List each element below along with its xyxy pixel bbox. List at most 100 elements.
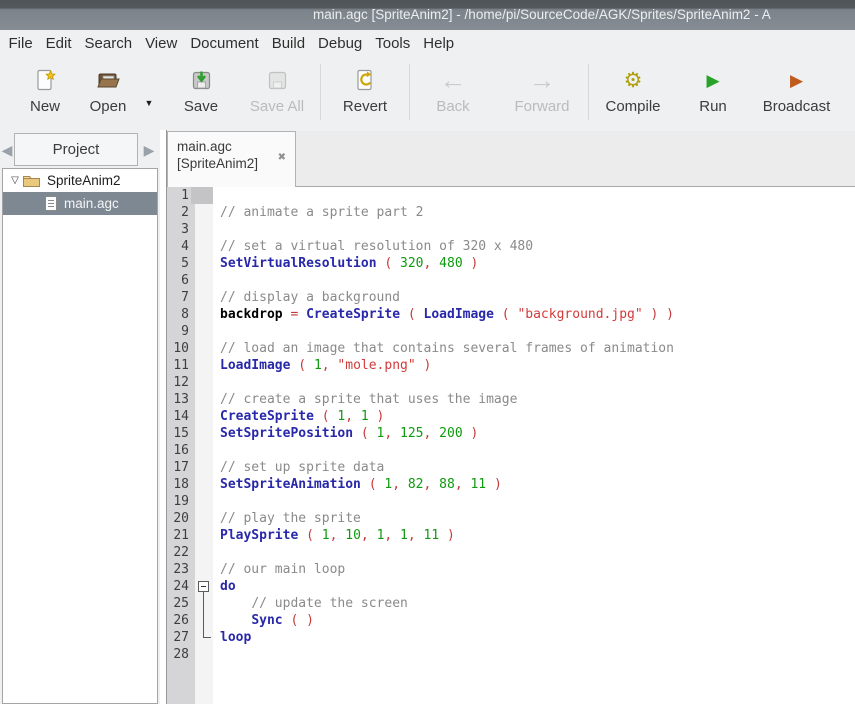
broadcast-icon: ▶ — [790, 65, 803, 95]
revert-icon — [353, 65, 377, 95]
token-num: 1 — [322, 528, 330, 543]
token-op: , — [424, 426, 440, 441]
code-line-24: do — [213, 578, 855, 595]
save-label: Save — [184, 98, 218, 115]
token-op: ( — [314, 409, 337, 424]
menu-item-document[interactable]: Document — [184, 30, 265, 58]
expander-open-icon[interactable]: ▽ — [8, 175, 22, 186]
save-button[interactable]: Save — [168, 58, 234, 130]
menu-item-help[interactable]: Help — [417, 30, 461, 58]
token-cm: // create a sprite that uses the image — [220, 392, 517, 407]
token-op: ( — [298, 528, 321, 543]
token-str: "background.jpg" — [517, 307, 642, 322]
broadcast-button[interactable]: ▶ Broadcast — [749, 58, 844, 130]
line-number: 8 — [167, 306, 195, 323]
token-op: ) ) — [643, 307, 674, 322]
close-icon[interactable]: ✖ — [278, 152, 286, 163]
token-op: ( — [361, 477, 384, 492]
new-label: New — [30, 98, 60, 115]
menu-item-tools[interactable]: Tools — [369, 30, 417, 58]
token-cm: // set up sprite data — [220, 460, 384, 475]
menu-bar: FileEditSearchViewDocumentBuildDebugTool… — [0, 30, 855, 58]
token-op: ) — [369, 409, 385, 424]
token-op: ) — [463, 256, 479, 271]
token-op: , — [424, 477, 440, 492]
menu-item-search[interactable]: Search — [78, 30, 139, 58]
token-cm: // load an image that contains several f… — [220, 341, 674, 356]
token-op: , — [361, 528, 377, 543]
code-line-18: SetSpriteAnimation ( 1, 82, 88, 11 ) — [213, 476, 855, 493]
line-number: 2 — [167, 204, 195, 221]
code-text-area[interactable]: // animate a sprite part 2// set a virtu… — [213, 187, 855, 663]
code-line-14: CreateSprite ( 1, 1 ) — [213, 408, 855, 425]
run-button[interactable]: ▶Run — [677, 58, 749, 130]
menu-item-debug[interactable]: Debug — [312, 30, 369, 58]
toolbar-spacer — [158, 58, 168, 130]
token-fn: SetSpriteAnimation — [220, 477, 361, 492]
back-button: ←Back — [410, 58, 496, 130]
tree-item-main-agc[interactable]: main.agc — [3, 192, 157, 215]
compile-button[interactable]: ⚙Compile — [589, 58, 677, 130]
fold-collapse-icon[interactable] — [198, 581, 209, 592]
title-bar: main.agc [SpriteAnim2] - /home/pi/Source… — [0, 0, 855, 30]
token-ws — [220, 596, 251, 611]
fold-line — [203, 592, 204, 637]
token-op: , — [384, 426, 400, 441]
menu-item-edit[interactable]: Edit — [39, 30, 78, 58]
editor-tab-main-agc[interactable]: main.agc [SpriteAnim2] ✖ — [167, 131, 296, 187]
new-button[interactable]: New — [14, 58, 76, 130]
line-number: 24 — [167, 578, 195, 595]
fold-line-end — [203, 637, 211, 638]
token-op: ( — [377, 256, 400, 271]
token-num: 1 — [314, 358, 322, 373]
code-editor[interactable]: 1234567891011121314151617181920212223242… — [167, 187, 855, 704]
token-op: ) — [463, 426, 479, 441]
menu-item-file[interactable]: File — [2, 30, 39, 58]
token-num: 1 — [361, 409, 369, 424]
token-fn: CreateSprite — [306, 307, 400, 322]
tab-scroll-right-icon[interactable]: ▶ — [142, 138, 156, 162]
line-number: 5 — [167, 255, 195, 272]
project-tree: ▽ SpriteAnim2 main.agc — [2, 168, 158, 704]
forward-button: →Forward — [496, 58, 588, 130]
broadcast-label: Broadcast — [763, 98, 831, 115]
open-label: Open — [90, 98, 127, 115]
code-line-13: // create a sprite that uses the image — [213, 391, 855, 408]
line-number: 25 — [167, 595, 195, 612]
token-op: , — [424, 256, 440, 271]
toolbar: NewOpen▼SaveSave AllRevert←Back→Forward⚙… — [0, 58, 855, 130]
token-ws — [220, 613, 251, 628]
revert-button[interactable]: Revert — [321, 58, 409, 130]
token-num: 10 — [345, 528, 361, 543]
token-cm: // play the sprite — [220, 511, 361, 526]
token-fn: CreateSprite — [220, 409, 314, 424]
line-number: 13 — [167, 391, 195, 408]
code-line-15: SetSpritePosition ( 1, 125, 200 ) — [213, 425, 855, 442]
line-number: 11 — [167, 357, 195, 374]
code-line-17: // set up sprite data — [213, 459, 855, 476]
code-line-25: // update the screen — [213, 595, 855, 612]
open-dropdown-icon[interactable]: ▼ — [140, 58, 158, 130]
code-line-23: // our main loop — [213, 561, 855, 578]
line-number: 16 — [167, 442, 195, 459]
tab-project[interactable]: Project — [14, 133, 138, 166]
tree-item-spriteanim2[interactable]: ▽ SpriteAnim2 — [3, 169, 157, 192]
tab-scroll-left-icon[interactable]: ◀ — [0, 138, 14, 162]
forward-label: Forward — [514, 98, 569, 115]
line-number: 19 — [167, 493, 195, 510]
line-number: 6 — [167, 272, 195, 289]
code-line-6 — [213, 272, 855, 289]
open-folder-icon — [95, 65, 121, 95]
tree-item-label: SpriteAnim2 — [47, 173, 121, 188]
run-label: Run — [699, 98, 727, 115]
compile-gear-icon: ⚙ — [624, 65, 643, 95]
open-button[interactable]: Open — [76, 58, 140, 130]
menu-item-view[interactable]: View — [139, 30, 184, 58]
line-number: 26 — [167, 612, 195, 629]
line-number: 7 — [167, 289, 195, 306]
back-label: Back — [436, 98, 469, 115]
file-icon — [44, 195, 58, 212]
menu-item-build[interactable]: Build — [265, 30, 311, 58]
token-op: , — [322, 358, 338, 373]
code-line-12 — [213, 374, 855, 391]
